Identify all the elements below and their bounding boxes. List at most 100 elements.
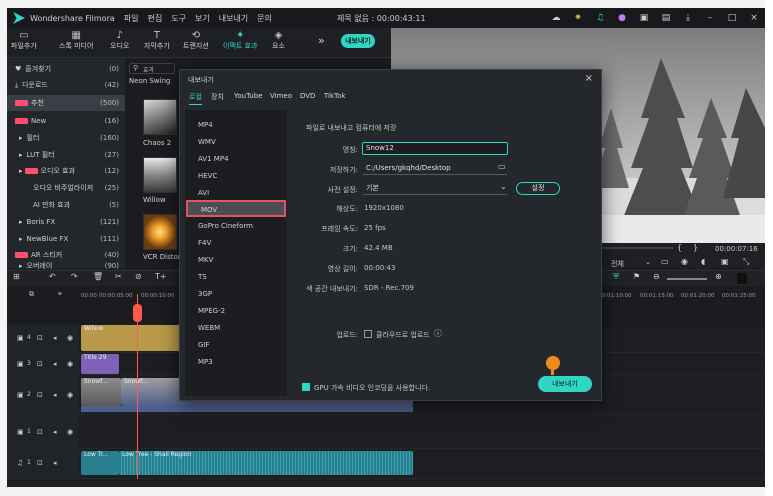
- category-item[interactable]: ⤓ 다운로드 (42): [7, 77, 125, 93]
- undo-icon[interactable]: ↶: [49, 272, 56, 281]
- mute-icon[interactable]: ◂: [53, 360, 57, 368]
- format-item[interactable]: MP3: [185, 354, 287, 371]
- folder-icon[interactable]: ▭: [498, 162, 506, 171]
- chevron-down-icon[interactable]: ⌄: [500, 182, 507, 191]
- timeline-clip[interactable]: Snowf...: [81, 378, 121, 406]
- thumbnail-image[interactable]: [143, 157, 177, 193]
- format-item[interactable]: 3GP: [185, 286, 287, 303]
- lock-icon[interactable]: ⊡: [37, 360, 43, 368]
- tab-vimeo[interactable]: Vimeo: [270, 92, 292, 100]
- cloud-icon[interactable]: ☁: [545, 13, 567, 23]
- thumbnail-image[interactable]: [143, 214, 177, 250]
- layout-toggle-icon[interactable]: [737, 273, 747, 284]
- camera-icon[interactable]: ◉: [681, 257, 688, 266]
- crop-icon[interactable]: ⊘: [135, 272, 142, 281]
- menu-export[interactable]: 내보내기: [219, 13, 248, 24]
- tool-effects[interactable]: ✦ 이펙트 효과: [223, 30, 257, 51]
- expand-icon[interactable]: ⤡: [743, 257, 749, 267]
- tool-audio[interactable]: ♪ 오디오: [110, 30, 129, 51]
- lock-icon[interactable]: ⊡: [37, 391, 43, 399]
- format-item[interactable]: WEBM: [185, 320, 287, 337]
- mark-out-icon[interactable]: }: [693, 243, 698, 252]
- category-item[interactable]: ▸ 필터 (160): [7, 130, 125, 146]
- save-icon[interactable]: ▣: [633, 13, 655, 23]
- format-item[interactable]: MPEG-2: [185, 303, 287, 320]
- lock-icon[interactable]: ⊡: [37, 334, 43, 342]
- playhead-handle[interactable]: [133, 304, 142, 322]
- format-item[interactable]: TS: [185, 269, 287, 286]
- volume-icon[interactable]: ◖: [701, 257, 705, 266]
- category-item[interactable]: 오디오 비주얼라이저 (25): [7, 180, 125, 196]
- quality-select[interactable]: 전체: [611, 259, 624, 269]
- format-item[interactable]: F4V: [185, 235, 287, 252]
- text-tool-icon[interactable]: T+: [155, 272, 167, 281]
- thumbnail-image[interactable]: [143, 99, 177, 135]
- upload-checkbox[interactable]: [364, 330, 372, 338]
- preset-select[interactable]: 기본: [362, 182, 508, 195]
- mute-icon[interactable]: ◂: [53, 459, 57, 467]
- name-field[interactable]: Snow12: [362, 142, 508, 155]
- eye-icon[interactable]: ◉: [67, 428, 73, 436]
- export-button[interactable]: 내보내기: [538, 376, 592, 392]
- format-item[interactable]: HEVC: [185, 168, 287, 185]
- category-item[interactable]: ▸ 오디오 효과 (12): [7, 163, 125, 179]
- category-item[interactable]: ▸ Boris FX (121): [7, 214, 125, 230]
- mark-in-icon[interactable]: {: [677, 243, 682, 252]
- marker-icon[interactable]: ⚑: [633, 272, 640, 281]
- category-item[interactable]: New (16): [7, 113, 125, 129]
- mute-icon[interactable]: ◂: [53, 391, 57, 399]
- category-item[interactable]: AI 만화 효과 (5): [7, 197, 125, 213]
- format-item[interactable]: MKV: [185, 252, 287, 269]
- menu-edit[interactable]: 편집: [148, 13, 163, 24]
- timeline-clip[interactable]: Low Tr...: [81, 451, 119, 475]
- lock-icon[interactable]: ⊡: [37, 459, 43, 467]
- headset-icon[interactable]: ♫: [589, 13, 611, 23]
- settings-button[interactable]: 설정: [516, 182, 560, 195]
- tab-youtube[interactable]: YouTube: [234, 92, 262, 100]
- category-item[interactable]: ♥ 즐겨찾기 (0): [7, 61, 125, 77]
- category-item[interactable]: AR 스티커 (40): [7, 247, 125, 263]
- category-item[interactable]: ▸ LUT 필터 (27): [7, 147, 125, 163]
- menu-tools[interactable]: 도구: [171, 13, 186, 24]
- maximize-icon[interactable]: □: [721, 13, 743, 23]
- eye-icon[interactable]: ◉: [67, 334, 73, 342]
- tool-transitions[interactable]: ⟲ 트랜지션: [183, 30, 209, 51]
- close-icon[interactable]: ×: [743, 13, 765, 23]
- delete-icon[interactable]: 🗑: [93, 272, 103, 281]
- format-item[interactable]: AV1 MP4: [185, 151, 287, 168]
- timeline-clip[interactable]: Title 29: [81, 354, 119, 374]
- zoom-out-icon[interactable]: ⊖: [653, 272, 660, 281]
- mute-icon[interactable]: ◂: [53, 428, 57, 436]
- eye-icon[interactable]: ◉: [67, 391, 73, 399]
- more-tools-icon[interactable]: »: [318, 34, 325, 47]
- menu-view[interactable]: 보기: [195, 13, 210, 24]
- monitor-icon[interactable]: ▭: [661, 257, 669, 266]
- help-icon[interactable]: ⓘ: [434, 328, 442, 339]
- save-path-field[interactable]: C:/Users/gkqhd/Desktop: [362, 162, 508, 175]
- eye-icon[interactable]: ◉: [67, 360, 73, 368]
- format-item[interactable]: WMV: [185, 134, 287, 151]
- tab-tiktok[interactable]: TikTok: [324, 92, 345, 100]
- lock-icon[interactable]: ⊡: [37, 428, 43, 436]
- category-item[interactable]: 추천 (500): [7, 95, 125, 111]
- gpu-checkbox[interactable]: [302, 383, 310, 391]
- category-item[interactable]: ▸ 오버레이 (90): [7, 262, 125, 270]
- mute-icon[interactable]: ◂: [53, 334, 57, 342]
- search-input[interactable]: ⚲ 효과: [129, 63, 175, 74]
- category-item[interactable]: ▸ NewBlue FX (111): [7, 231, 125, 247]
- redo-icon[interactable]: ↷: [71, 272, 78, 281]
- layout-icon[interactable]: ▤: [655, 13, 677, 23]
- timeline-clip[interactable]: Low Tree - Shail Region: [119, 451, 413, 475]
- bulb-icon[interactable]: ✷: [567, 13, 589, 23]
- tool-titles[interactable]: T 자막추가: [144, 30, 170, 51]
- chevron-down-icon[interactable]: ⌄: [645, 258, 651, 266]
- tab-device[interactable]: 장치: [211, 92, 224, 102]
- shield-icon[interactable]: ⛨: [613, 272, 619, 282]
- menu-help[interactable]: 문의: [257, 13, 272, 24]
- format-item[interactable]: MP4: [185, 117, 287, 134]
- fullscreen-icon[interactable]: ▣: [721, 257, 729, 266]
- grid-icon[interactable]: ⊞: [13, 272, 20, 281]
- format-item-selected[interactable]: MOV: [186, 200, 286, 217]
- minimize-icon[interactable]: –: [699, 13, 721, 23]
- tab-local[interactable]: 로컬: [189, 92, 202, 105]
